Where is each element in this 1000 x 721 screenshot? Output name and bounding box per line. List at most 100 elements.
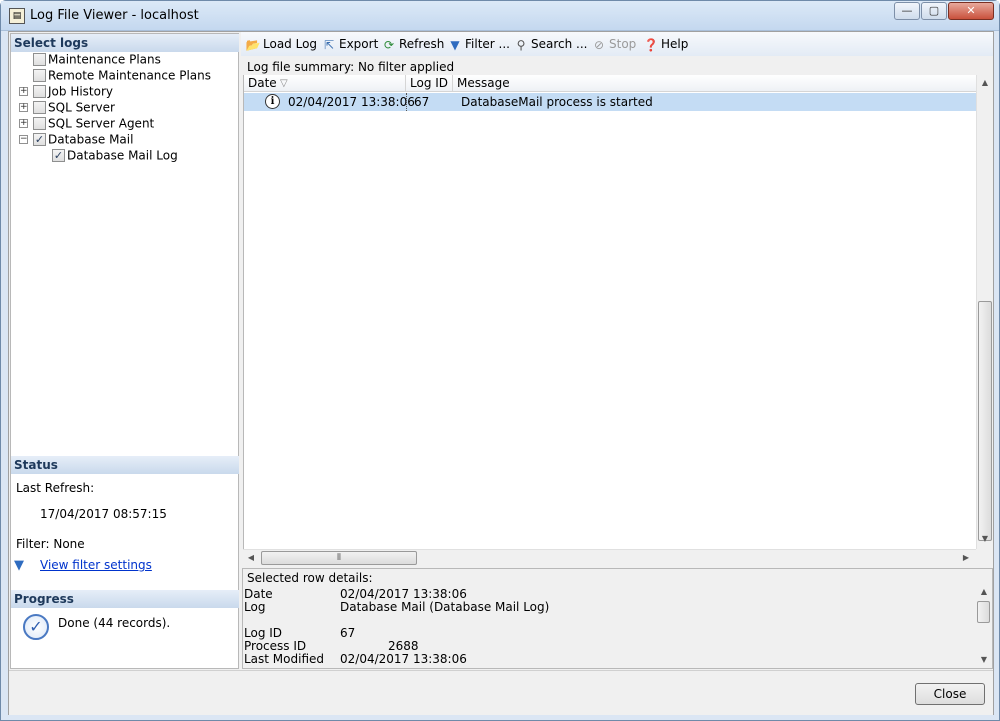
details-vertical-scrollbar[interactable]: ▲ ▼: [976, 585, 992, 668]
column-header-message[interactable]: Message: [453, 75, 977, 92]
help-button[interactable]: ❓ Help: [643, 35, 689, 53]
scroll-down-icon[interactable]: ▼: [977, 531, 993, 547]
detail-last-modified-label: Last Modified: [244, 652, 325, 666]
refresh-button[interactable]: ⟳ Refresh: [381, 35, 444, 53]
expand-icon[interactable]: +: [19, 103, 28, 112]
checkbox-checked[interactable]: ✓: [33, 133, 46, 146]
table-row[interactable]: i 02/04/2017 13:38:06 67 DatabaseMail pr…: [244, 93, 976, 111]
status-header: Status: [11, 456, 239, 474]
cell-log-id: 67: [414, 95, 430, 109]
detail-log-id-value: 67: [340, 626, 356, 640]
scroll-right-icon[interactable]: ▶: [958, 550, 974, 566]
checkbox[interactable]: [33, 69, 46, 82]
log-viewer-icon: ▤: [9, 8, 25, 24]
tree-item-maintenance-plans[interactable]: Maintenance Plans: [33, 51, 161, 67]
help-label: Help: [661, 37, 689, 51]
log-file-summary: Log file summary: No filter applied: [243, 59, 976, 75]
help-icon: ❓: [643, 37, 659, 52]
column-header-label: Date: [248, 76, 277, 90]
close-button[interactable]: Close: [915, 683, 985, 705]
tree-item-label: Database Mail Log: [67, 148, 178, 163]
view-filter-settings-link[interactable]: View filter settings: [40, 558, 152, 572]
stop-icon: ⊘: [593, 37, 605, 52]
filter-icon: ▼: [450, 37, 460, 52]
load-log-button[interactable]: 📂 Load Log: [245, 35, 318, 53]
tree-item-database-mail-log[interactable]: ✓ Database Mail Log: [52, 147, 178, 163]
tree-item-sql-server[interactable]: + SQL Server: [19, 99, 115, 115]
tree-item-label: Remote Maintenance Plans: [48, 68, 211, 83]
column-header-date[interactable]: Date ▽: [244, 75, 406, 92]
tree-item-label: SQL Server Agent: [48, 116, 155, 131]
scroll-left-icon[interactable]: ◀: [243, 550, 259, 566]
window-title: Log File Viewer - localhost: [30, 8, 199, 23]
detail-log-value: Database Mail (Database Mail Log): [340, 600, 550, 614]
tree-item-sql-server-agent[interactable]: + SQL Server Agent: [19, 115, 154, 131]
minimize-button[interactable]: —: [894, 2, 920, 20]
scroll-thumb[interactable]: [978, 301, 992, 541]
grid-horizontal-scrollbar[interactable]: ◀ ⦀ ▶: [243, 549, 976, 566]
log-grid[interactable]: Date ▽ Log ID Message i 02/04/2017 13:38…: [243, 75, 977, 549]
scroll-thumb[interactable]: [977, 601, 990, 623]
last-refresh-value: 17/04/2017 08:57:15: [40, 507, 167, 521]
expand-icon[interactable]: +: [19, 119, 28, 128]
scroll-up-icon[interactable]: ▲: [976, 585, 992, 599]
export-button[interactable]: ⇱ Export: [321, 35, 378, 53]
toolbar: 📂 Load Log ⇱ Export ⟳ Refresh ▼ Filter ... ⚲…: [241, 32, 993, 56]
client-area: Select logs Maintenance Plans Remote Mai…: [8, 31, 994, 715]
tree-item-remote-maintenance-plans[interactable]: Remote Maintenance Plans: [33, 67, 211, 83]
refresh-icon: ⟳: [383, 37, 395, 52]
check-circle-icon: ✓: [23, 614, 49, 640]
collapse-icon[interactable]: −: [19, 135, 28, 144]
search-label: Search ...: [531, 37, 588, 51]
folder-open-icon: 📂: [245, 37, 261, 52]
search-button[interactable]: ⚲ Search ...: [513, 35, 588, 53]
checkbox-checked[interactable]: ✓: [52, 149, 65, 162]
tree-item-job-history[interactable]: + Job History: [19, 83, 113, 99]
filter-status: Filter: None: [16, 537, 85, 551]
selected-row-details: Selected row details: Date 02/04/2017 13…: [242, 568, 993, 669]
bottom-bar: Close: [9, 670, 993, 715]
cell-divider: [406, 93, 407, 111]
expand-icon[interactable]: +: [19, 87, 28, 96]
tree-item-label: SQL Server: [48, 100, 115, 115]
filter-button[interactable]: ▼ Filter ...: [447, 35, 510, 53]
column-header-log-id[interactable]: Log ID: [406, 75, 453, 92]
checkbox[interactable]: [33, 85, 46, 98]
search-icon: ⚲: [516, 37, 526, 52]
cell-date: 02/04/2017 13:38:06: [288, 95, 415, 109]
info-icon: i: [265, 94, 280, 109]
cell-message: DatabaseMail process is started: [461, 95, 653, 109]
detail-last-modified-value: 02/04/2017 13:38:06: [340, 652, 467, 666]
progress-text: Done (44 records).: [58, 616, 171, 630]
checkbox[interactable]: [33, 117, 46, 130]
export-icon: ⇱: [323, 37, 335, 52]
stop-label: Stop: [609, 37, 637, 51]
details-header: Selected row details:: [247, 571, 373, 585]
tree-item-label: Job History: [48, 84, 114, 99]
filter-icon: ▼: [14, 558, 24, 573]
log-file-viewer-window: ▤ Log File Viewer - localhost — ▢ ✕ Sele…: [0, 0, 1000, 721]
grid-vertical-scrollbar[interactable]: ▲ ▼: [976, 75, 993, 549]
checkbox[interactable]: [33, 101, 46, 114]
title-bar[interactable]: ▤ Log File Viewer - localhost — ▢ ✕: [1, 1, 999, 31]
scroll-down-icon[interactable]: ▼: [976, 653, 992, 667]
last-refresh-label: Last Refresh:: [16, 481, 95, 495]
filter-label: Filter ...: [465, 37, 510, 51]
detail-log-label: Log: [244, 600, 266, 614]
stop-button[interactable]: ⊘ Stop: [591, 35, 636, 53]
tree-item-label: Database Mail: [48, 132, 134, 147]
progress-header: Progress: [11, 590, 239, 608]
load-log-label: Load Log: [263, 37, 318, 51]
tree-item-database-mail[interactable]: − ✓ Database Mail: [19, 131, 133, 147]
checkbox[interactable]: [33, 53, 46, 66]
scroll-thumb[interactable]: ⦀: [261, 551, 417, 565]
export-label: Export: [339, 37, 379, 51]
tree-item-label: Maintenance Plans: [48, 52, 161, 67]
close-window-button[interactable]: ✕: [948, 2, 994, 20]
select-logs-header: Select logs: [11, 34, 239, 52]
scroll-up-icon[interactable]: ▲: [977, 75, 993, 91]
left-pane: Select logs Maintenance Plans Remote Mai…: [10, 33, 239, 669]
sort-descending-icon: ▽: [280, 78, 288, 89]
refresh-label: Refresh: [399, 37, 445, 51]
maximize-button[interactable]: ▢: [921, 2, 947, 20]
